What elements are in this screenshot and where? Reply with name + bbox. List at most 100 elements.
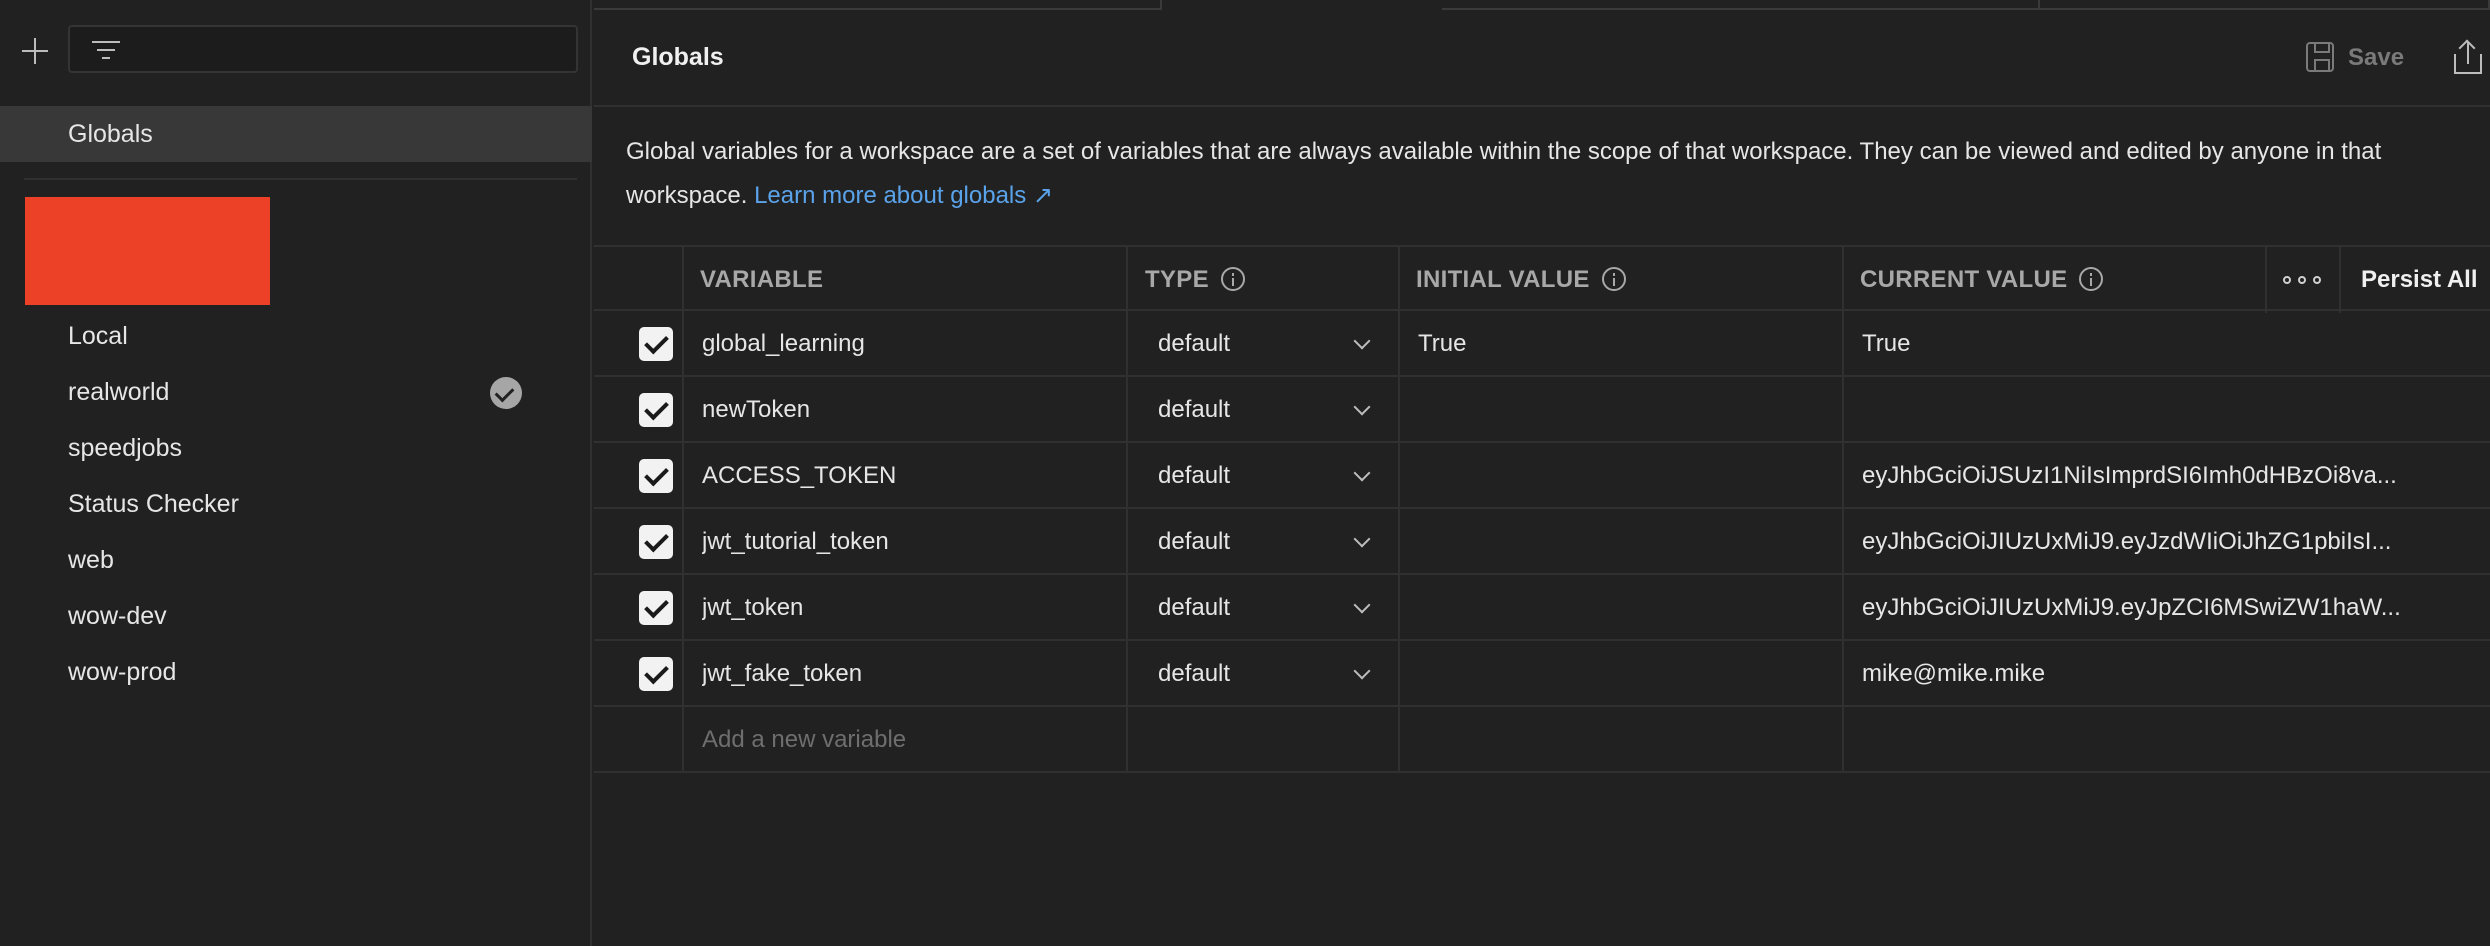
tab[interactable] bbox=[594, 0, 1162, 10]
chevron-down-icon bbox=[1353, 464, 1371, 482]
type-value: default bbox=[1158, 660, 1231, 687]
chevron-down-icon bbox=[1353, 662, 1371, 680]
sidebar-item-environment[interactable]: wow-prod bbox=[0, 644, 592, 700]
sidebar-item-globals[interactable]: Globals bbox=[0, 106, 592, 162]
chevron-down-icon bbox=[1353, 530, 1371, 548]
enabled-checkbox[interactable] bbox=[639, 459, 673, 493]
sidebar-item-label: Status Checker bbox=[68, 490, 239, 518]
tab-strip bbox=[594, 0, 2490, 10]
variable-name-cell[interactable]: jwt_token bbox=[702, 575, 803, 641]
share-icon[interactable] bbox=[2454, 39, 2484, 76]
sidebar-item-label: web bbox=[68, 546, 114, 574]
chevron-down-icon bbox=[1353, 398, 1371, 416]
current-value-cell[interactable]: eyJhbGciOiJIUzUxMiJ9.eyJpZCI6MSwiZW1haW.… bbox=[1862, 575, 2422, 641]
table-row: jwt_token default eyJhbGciOiJIUzUxMiJ9.eyJ… bbox=[594, 575, 2490, 641]
header-current-label: CURRENT VALUE bbox=[1860, 266, 2068, 293]
globals-description: Global variables for a workspace are a s… bbox=[626, 130, 2490, 218]
app-window: Globals Local realworld speedjobs Status Ch… bbox=[0, 0, 2490, 946]
description-line-2: workspace. Learn more about globals ↗ bbox=[626, 174, 2490, 218]
current-value-cell[interactable]: eyJhbGciOiJIUzUxMiJ9.eyJzdWIiOiJhZG1pbiI… bbox=[1862, 509, 2422, 575]
current-value-cell[interactable] bbox=[1862, 377, 2422, 443]
enabled-checkbox[interactable] bbox=[639, 591, 673, 625]
table-row: global_learning default True True bbox=[594, 311, 2490, 377]
variable-name-cell[interactable]: newToken bbox=[702, 377, 810, 443]
sidebar-divider bbox=[24, 178, 577, 180]
sidebar-item-environment[interactable]: Status Checker bbox=[0, 476, 592, 532]
add-variable-input[interactable]: Add a new variable bbox=[702, 707, 906, 773]
current-value-cell[interactable]: eyJhbGciOiJSUzI1NiIsImprdSI6Imh0dHBzOi8v… bbox=[1862, 443, 2422, 509]
description-text: Global variables for a workspace are a s… bbox=[626, 138, 2382, 165]
info-icon[interactable] bbox=[1601, 266, 1626, 291]
sidebar-item-environment[interactable]: wow-dev bbox=[0, 588, 592, 644]
table-row: ACCESS_TOKEN default eyJhbGciOiJSUzI1NiIsI… bbox=[594, 443, 2490, 509]
tab[interactable] bbox=[2040, 0, 2490, 10]
sidebar-item-label: realworld bbox=[68, 378, 170, 406]
initial-value-cell[interactable]: True bbox=[1418, 311, 1466, 377]
chevron-down-icon bbox=[1353, 332, 1371, 350]
table-header-row: VARIABLE TYPE INITIAL VALUE CURRENT VALU… bbox=[594, 245, 2490, 313]
sidebar-item-environment[interactable]: realworld bbox=[0, 364, 592, 420]
save-icon bbox=[2306, 42, 2334, 72]
add-variable-row: Add a new variable bbox=[594, 707, 2490, 773]
enabled-checkbox[interactable] bbox=[639, 327, 673, 361]
variable-name-cell[interactable]: jwt_fake_token bbox=[702, 641, 862, 707]
type-value: default bbox=[1158, 462, 1231, 489]
current-value-cell[interactable]: True bbox=[1862, 311, 2422, 377]
enabled-checkbox[interactable] bbox=[639, 657, 673, 691]
sidebar-item-environment[interactable]: web bbox=[0, 532, 592, 588]
chevron-down-icon bbox=[1353, 596, 1371, 614]
filter-icon bbox=[92, 39, 120, 61]
sidebar-item-label: wow-prod bbox=[68, 658, 177, 686]
header-current-value: CURRENT VALUE bbox=[1860, 247, 2104, 313]
main-panel: Globals Save Global variables for a work… bbox=[594, 0, 2490, 946]
enabled-checkbox[interactable] bbox=[639, 525, 673, 559]
add-environment-icon[interactable] bbox=[18, 34, 52, 68]
column-divider bbox=[682, 245, 684, 773]
sidebar-item-environment[interactable]: Local bbox=[0, 308, 592, 364]
table-row: newToken default bbox=[594, 377, 2490, 443]
table-row: jwt_fake_token default mike@mike.mike bbox=[594, 641, 2490, 707]
info-icon[interactable] bbox=[1220, 266, 1245, 291]
variable-name-cell[interactable]: global_learning bbox=[702, 311, 865, 377]
type-select[interactable]: default bbox=[1128, 641, 1398, 707]
type-select[interactable]: default bbox=[1128, 311, 1398, 377]
sidebar-item-environment[interactable]: speedjobs bbox=[0, 420, 592, 476]
column-divider bbox=[1398, 245, 1400, 773]
sidebar-toolbar bbox=[0, 0, 592, 100]
table-row: jwt_tutorial_token default eyJhbGciOiJIUzU… bbox=[594, 509, 2490, 575]
redacted-block bbox=[25, 197, 270, 305]
type-select[interactable]: default bbox=[1128, 575, 1398, 641]
type-select[interactable]: default bbox=[1128, 443, 1398, 509]
header-initial-label: INITIAL VALUE bbox=[1416, 266, 1590, 293]
info-icon[interactable] bbox=[2079, 266, 2104, 291]
sidebar-item-label: Globals bbox=[68, 120, 153, 148]
environment-search[interactable] bbox=[68, 25, 578, 73]
enabled-checkbox[interactable] bbox=[639, 393, 673, 427]
header-type: TYPE bbox=[1145, 247, 1245, 313]
tab[interactable] bbox=[1442, 0, 2040, 10]
page-header: Globals Save bbox=[594, 10, 2490, 107]
page-title: Globals bbox=[632, 43, 724, 71]
type-select[interactable]: default bbox=[1128, 509, 1398, 575]
more-options-icon[interactable] bbox=[2265, 247, 2339, 313]
header-variable: VARIABLE bbox=[700, 266, 824, 293]
type-value: default bbox=[1158, 594, 1231, 621]
sidebar: Globals Local realworld speedjobs Status Ch… bbox=[0, 0, 592, 946]
environment-search-input[interactable] bbox=[126, 27, 566, 71]
active-check-icon bbox=[490, 377, 522, 409]
header-initial-value: INITIAL VALUE bbox=[1416, 247, 1626, 313]
type-value: default bbox=[1158, 396, 1231, 423]
description-text-2: workspace. bbox=[626, 182, 748, 209]
variable-name-cell[interactable]: jwt_tutorial_token bbox=[702, 509, 889, 575]
variable-name-cell[interactable]: ACCESS_TOKEN bbox=[702, 443, 896, 509]
persist-all-button[interactable]: Persist All bbox=[2339, 247, 2489, 313]
save-button[interactable]: Save bbox=[2306, 38, 2416, 78]
current-value-cell[interactable]: mike@mike.mike bbox=[1862, 641, 2422, 707]
type-select[interactable]: default bbox=[1128, 377, 1398, 443]
type-value: default bbox=[1158, 528, 1231, 555]
sidebar-item-label: speedjobs bbox=[68, 434, 182, 462]
type-value: default bbox=[1158, 330, 1231, 357]
column-divider bbox=[1842, 245, 1844, 773]
header-type-label: TYPE bbox=[1145, 266, 1209, 293]
learn-more-link[interactable]: Learn more about globals ↗ bbox=[754, 182, 1053, 209]
